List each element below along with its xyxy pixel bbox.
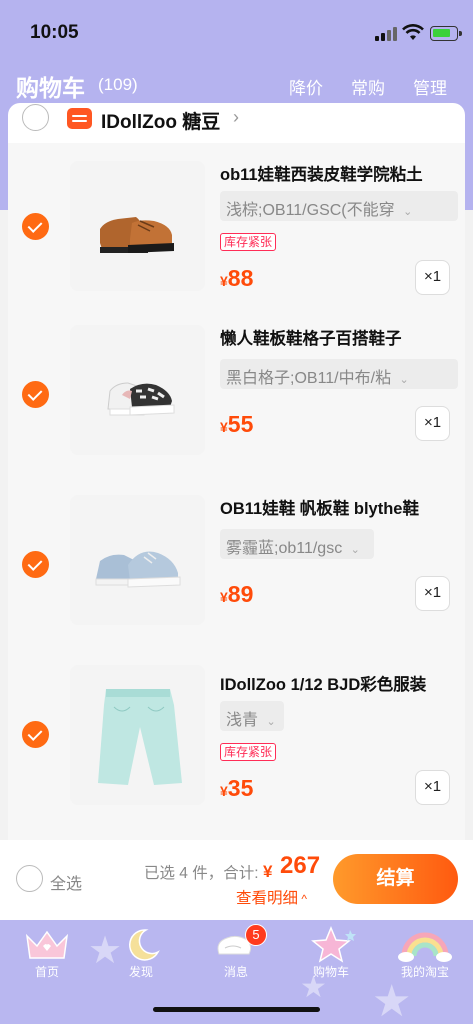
- low-stock-badge: 库存紧张: [220, 743, 277, 761]
- item-select-checkbox[interactable]: [22, 381, 49, 408]
- low-stock-badge: 库存紧张: [220, 233, 277, 251]
- tab-messages[interactable]: 消息: [189, 920, 283, 990]
- item-price: ¥35: [220, 775, 254, 801]
- tab-discover[interactable]: 发现: [94, 920, 188, 990]
- checkered-slip-on-shoes-image[interactable]: [70, 325, 205, 455]
- quantity-button[interactable]: ×1: [415, 576, 450, 611]
- cart-items-list: ob11娃鞋西装皮鞋学院粘土 浅棕;OB11/GSC(不能穿 ⌄ 库存紧张 ¥8…: [8, 143, 465, 840]
- shop-logo-icon: [67, 108, 92, 129]
- total-price: 267: [280, 852, 321, 879]
- tab-label: 购物车: [312, 965, 349, 979]
- item-sku-selector[interactable]: 浅青 ⌄: [220, 701, 284, 731]
- item-sku: 浅青: [226, 712, 259, 729]
- item-sku-selector[interactable]: 浅棕;OB11/GSC(不能穿 ⌄: [220, 191, 458, 221]
- item-title[interactable]: IDollZoo 1/12 BJD彩色服装: [220, 671, 452, 695]
- selected-info: 已选 4 件，合计:: [144, 865, 259, 882]
- quantity-button[interactable]: ×1: [415, 770, 450, 805]
- price-drop-button[interactable]: 降价: [289, 74, 323, 99]
- total-currency: ¥: [263, 862, 273, 881]
- message-badge: 5: [245, 924, 267, 946]
- tab-label: 我的淘宝: [400, 965, 449, 979]
- cart-item[interactable]: IDollZoo 1/12 BJD彩色服装 浅青 ⌄ 库存紧张 ¥35 ×1: [8, 653, 465, 840]
- tab-label: 首页: [34, 965, 59, 979]
- cart-item[interactable]: ob11娃鞋西装皮鞋学院粘土 浅棕;OB11/GSC(不能穿 ⌄ 库存紧张 ¥8…: [8, 143, 465, 313]
- item-price: ¥55: [220, 411, 254, 437]
- checkout-button[interactable]: 结算: [333, 854, 458, 904]
- chevron-down-icon: ⌄: [399, 374, 409, 386]
- tab-label: 消息: [223, 965, 248, 979]
- moon-icon: [129, 929, 160, 961]
- item-select-checkbox[interactable]: [22, 213, 49, 240]
- shop-name[interactable]: IDollZoo 糖豆: [101, 107, 220, 134]
- cart-item[interactable]: OB11娃鞋 帆板鞋 blythe鞋 雾霾蓝;ob11/gsc ⌄ ¥89 ×1: [8, 483, 465, 653]
- item-sku: 浅棕;OB11/GSC(不能穿: [226, 202, 395, 219]
- chevron-up-icon: ^: [298, 892, 307, 906]
- mint-pants-image[interactable]: [70, 665, 205, 805]
- shop-header[interactable]: IDollZoo 糖豆 ›: [8, 103, 465, 143]
- wifi-icon: [402, 24, 424, 40]
- shop-select-checkbox[interactable]: [22, 104, 49, 131]
- cart-count: (109): [98, 75, 138, 94]
- blue-canvas-shoes-image[interactable]: [70, 495, 205, 625]
- quantity-button[interactable]: ×1: [415, 260, 450, 295]
- tab-label: 发现: [128, 965, 153, 979]
- chevron-down-icon: ⌄: [403, 206, 413, 218]
- item-sku: 黑白格子;OB11/中布/粘: [226, 370, 392, 387]
- quantity-button[interactable]: ×1: [415, 406, 450, 441]
- star-icon: [311, 926, 356, 963]
- item-price: ¥89: [220, 581, 254, 607]
- select-all-label[interactable]: 全选: [50, 870, 82, 894]
- checkout-summary-bar: 全选 已选 4 件，合计: ¥ 267 查看明细 ^ 结算: [0, 840, 473, 920]
- tab-cart[interactable]: 购物车: [284, 920, 378, 990]
- item-price: ¥88: [220, 265, 254, 291]
- item-sku-selector[interactable]: 黑白格子;OB11/中布/粘 ⌄: [220, 359, 458, 389]
- wing-icon: [217, 935, 252, 955]
- item-select-checkbox[interactable]: [22, 721, 49, 748]
- item-sku: 雾霾蓝;ob11/gsc: [226, 540, 343, 557]
- item-select-checkbox[interactable]: [22, 551, 49, 578]
- item-title[interactable]: OB11娃鞋 帆板鞋 blythe鞋: [220, 495, 452, 519]
- signal-icon: [375, 27, 397, 41]
- brown-leather-shoes-image[interactable]: [70, 161, 205, 291]
- status-bar: 10:05: [0, 0, 473, 62]
- item-title[interactable]: ob11娃鞋西装皮鞋学院粘土: [220, 161, 452, 185]
- chevron-down-icon: ⌄: [266, 716, 276, 728]
- view-detail-link[interactable]: 查看明细 ^: [236, 886, 307, 908]
- select-all-checkbox[interactable]: [16, 865, 43, 892]
- crown-icon: [25, 930, 69, 959]
- item-title[interactable]: 懒人鞋板鞋格子百搭鞋子: [220, 325, 452, 349]
- tab-home[interactable]: 首页: [0, 920, 94, 990]
- battery-icon: [430, 26, 462, 41]
- cart-item[interactable]: 懒人鞋板鞋格子百搭鞋子 黑白格子;OB11/中布/粘 ⌄ ¥55 ×1: [8, 313, 465, 483]
- chevron-down-icon: ⌄: [350, 544, 360, 556]
- tab-my-taobao[interactable]: 我的淘宝: [378, 920, 472, 990]
- home-indicator: [153, 1007, 320, 1012]
- page-title: 购物车: [16, 75, 85, 101]
- manage-button[interactable]: 管理: [413, 74, 447, 99]
- frequent-buy-button[interactable]: 常购: [351, 74, 385, 99]
- chevron-right-icon: ›: [233, 107, 239, 127]
- rainbow-icon: [398, 932, 452, 962]
- item-sku-selector[interactable]: 雾霾蓝;ob11/gsc ⌄: [220, 529, 374, 559]
- status-time: 10:05: [30, 22, 79, 43]
